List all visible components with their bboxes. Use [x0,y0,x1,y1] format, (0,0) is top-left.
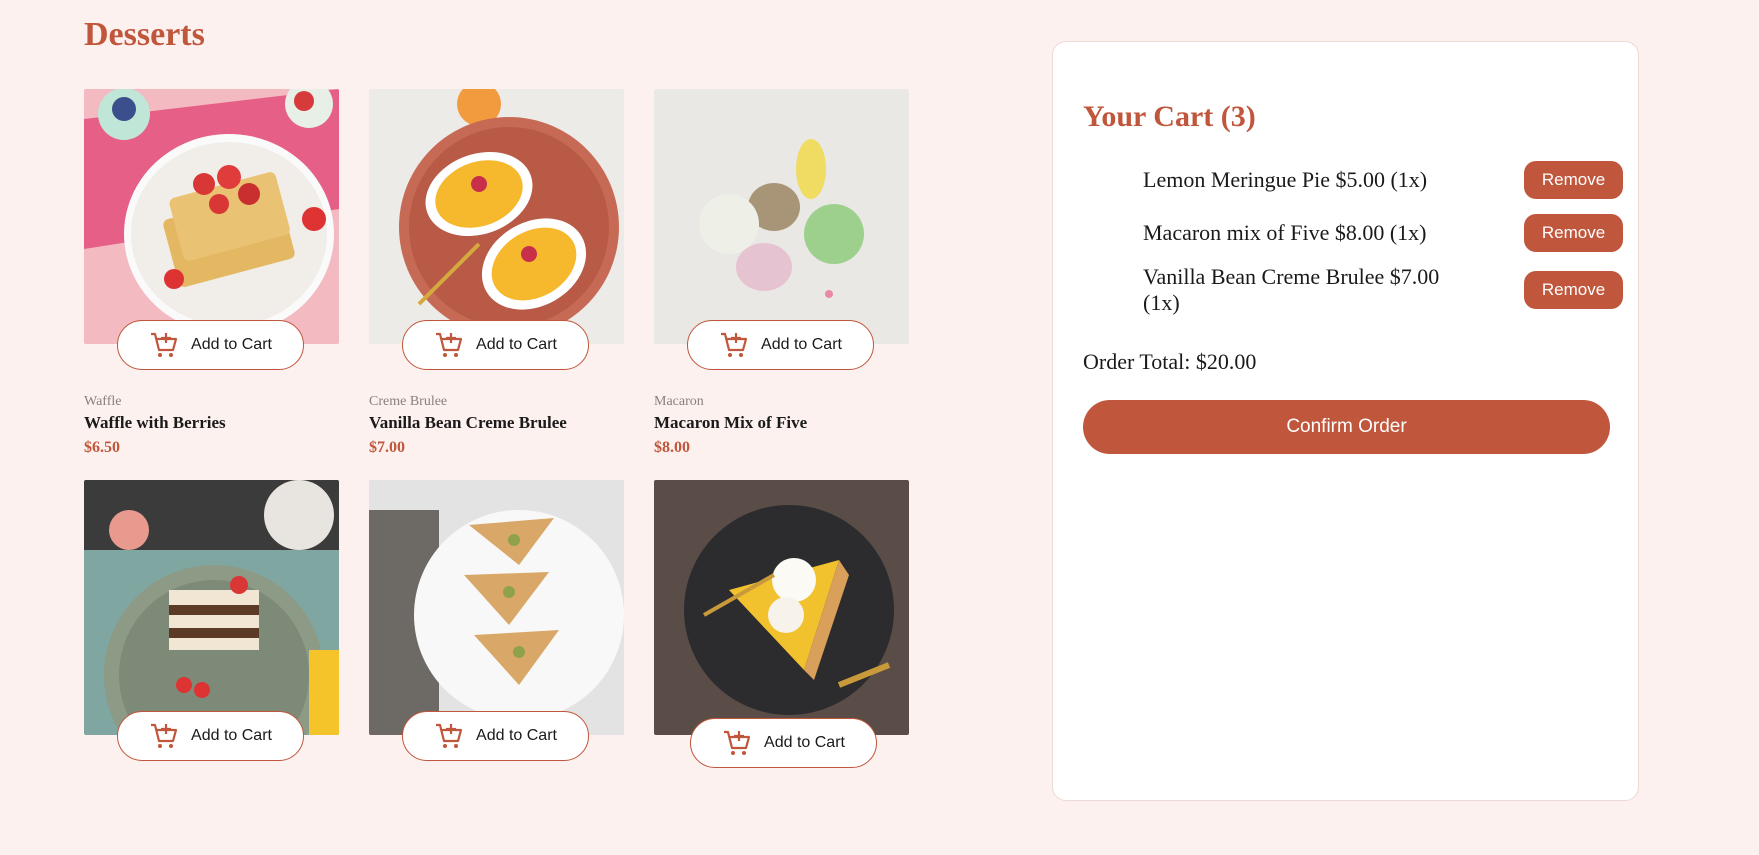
baklava-image [369,480,624,735]
cart-plus-icon [436,332,463,357]
add-to-cart-button[interactable]: Add to Cart [402,320,589,370]
add-to-cart-button[interactable]: Add to Cart [402,711,589,761]
remove-button[interactable]: Remove [1524,271,1623,309]
cart-plus-icon [436,723,463,748]
product-name: Macaron Mix of Five [654,413,808,432]
product-price: $7.00 [369,439,405,456]
product-card: Add to Cart [84,480,339,855]
add-to-cart-button[interactable]: Add to Cart [117,320,304,370]
product-price: $6.50 [84,439,120,456]
cart-panel: Your Cart (3) Lemon Meringue Pie $5.00 (… [1052,41,1639,801]
add-to-cart-label: Add to Cart [191,336,272,353]
cart-plus-icon [721,332,748,357]
cart-plus-icon [724,730,751,755]
add-to-cart-label: Add to Cart [764,734,845,751]
cart-plus-icon [151,332,178,357]
macaron-image [654,89,909,344]
product-card: Add to Cart Creme Brulee Vanilla Bean Cr… [369,89,624,464]
product-category: Macaron [654,394,704,409]
cart-items-list: Lemon Meringue Pie $5.00 (1x) Remove Mac… [1143,160,1623,318]
order-total: Order Total: $20.00 [1083,349,1257,374]
remove-button[interactable]: Remove [1524,161,1623,199]
cart-title: Your Cart (3) [1083,100,1256,133]
product-price: $8.00 [654,439,690,456]
add-to-cart-button[interactable]: Add to Cart [117,711,304,761]
add-to-cart-button[interactable]: Add to Cart [687,320,874,370]
product-name: Vanilla Bean Creme Brulee [369,413,567,432]
product-grid: Add to Cart Waffle Waffle with Berries $… [84,89,909,855]
remove-button[interactable]: Remove [1524,214,1623,252]
cart-item: Macaron mix of Five $8.00 (1x) Remove [1143,213,1623,253]
product-card: Add to Cart [654,480,909,855]
page-title: Desserts [84,16,205,53]
creme-brulee-image [369,89,624,344]
add-to-cart-label: Add to Cart [476,727,557,744]
tiramisu-image [84,480,339,735]
lemon-pie-image [654,480,909,735]
product-card: Add to Cart Macaron Macaron Mix of Five … [654,89,909,464]
add-to-cart-button[interactable]: Add to Cart [690,718,877,768]
waffle-image [84,89,339,344]
product-card: Add to Cart Waffle Waffle with Berries $… [84,89,339,464]
product-category: Waffle [84,394,122,409]
product-category: Creme Brulee [369,394,448,409]
cart-item-text: Lemon Meringue Pie $5.00 (1x) [1143,167,1428,192]
cart-item: Lemon Meringue Pie $5.00 (1x) Remove [1143,160,1623,200]
add-to-cart-label: Add to Cart [761,336,842,353]
add-to-cart-label: Add to Cart [476,336,557,353]
add-to-cart-label: Add to Cart [191,727,272,744]
cart-plus-icon [151,723,178,748]
cart-item: Vanilla Bean Creme Brulee $7.00 (1x) Rem… [1143,262,1623,318]
product-name: Waffle with Berries [84,413,226,432]
confirm-order-button[interactable]: Confirm Order [1083,400,1610,454]
cart-item-text: Vanilla Bean Creme Brulee $7.00 (1x) [1143,264,1440,315]
cart-item-text: Macaron mix of Five $8.00 (1x) [1143,220,1427,245]
product-card: Add to Cart [369,480,624,855]
